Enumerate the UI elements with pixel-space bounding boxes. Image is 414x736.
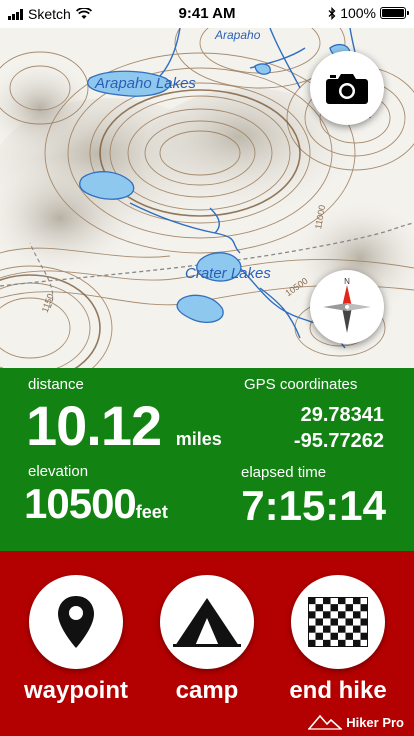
gps-label: GPS coordinates xyxy=(244,376,358,393)
waypoint-circle[interactable] xyxy=(29,575,123,669)
distance-label: distance xyxy=(28,376,84,393)
distance-readout: 10.12 miles xyxy=(26,394,222,471)
checkered-flag-icon xyxy=(308,597,368,647)
compass-icon: N xyxy=(323,277,371,333)
camera-button[interactable] xyxy=(310,51,384,125)
battery-percent: 100% xyxy=(340,5,376,21)
camp-button[interactable]: camp xyxy=(142,575,272,705)
status-bar: Sketch 9:41 AM 100% xyxy=(0,0,414,28)
battery-fill xyxy=(382,9,404,17)
waypoint-label: waypoint xyxy=(23,677,128,704)
gps-longitude: -95.77262 xyxy=(293,430,384,452)
lake-label-crater: Crater Lakes xyxy=(185,265,271,282)
camp-label: camp xyxy=(175,677,239,704)
actions-panel: waypoint camp end hike Hiker Pro xyxy=(0,551,414,736)
camp-circle[interactable] xyxy=(160,575,254,669)
end-hike-button[interactable]: end hike xyxy=(273,575,403,705)
elapsed-value: 7:15:14 xyxy=(241,482,386,529)
mountain-logo-icon xyxy=(308,714,343,730)
brand-name: Hiker Pro xyxy=(346,714,404,730)
distance-unit: miles xyxy=(175,429,222,449)
camera-icon xyxy=(326,74,368,104)
end-hike-label: end hike xyxy=(289,677,387,704)
stats-panel: distance 10.12 miles GPS coordinates 29.… xyxy=(0,368,414,551)
lake-label-arapaho: Arapaho Lakes xyxy=(95,75,196,92)
compass-button[interactable]: N xyxy=(310,270,384,344)
map-label-arapaho-top: Arapaho xyxy=(215,28,261,42)
battery-icon xyxy=(380,7,409,19)
bluetooth-icon xyxy=(328,6,336,20)
waypoint-button[interactable]: waypoint xyxy=(11,575,141,705)
elapsed-label: elapsed time xyxy=(241,464,327,481)
end-hike-circle[interactable] xyxy=(291,575,385,669)
brand-logo: Hiker Pro xyxy=(308,714,404,730)
map-pin-icon xyxy=(58,596,94,648)
gps-latitude: 29.78341 xyxy=(300,404,384,426)
elevation-value: 10500 xyxy=(24,480,137,527)
distance-value: 10.12 xyxy=(26,394,162,457)
status-right: 100% xyxy=(328,5,409,21)
topo-map[interactable]: Arapaho Lakes Crater Lakes Arapaho 10500… xyxy=(0,28,414,368)
elevation-unit: feet xyxy=(135,502,168,522)
svg-text:N: N xyxy=(344,277,350,286)
elevation-readout: 10500feet xyxy=(24,478,168,538)
tent-icon xyxy=(173,598,241,647)
